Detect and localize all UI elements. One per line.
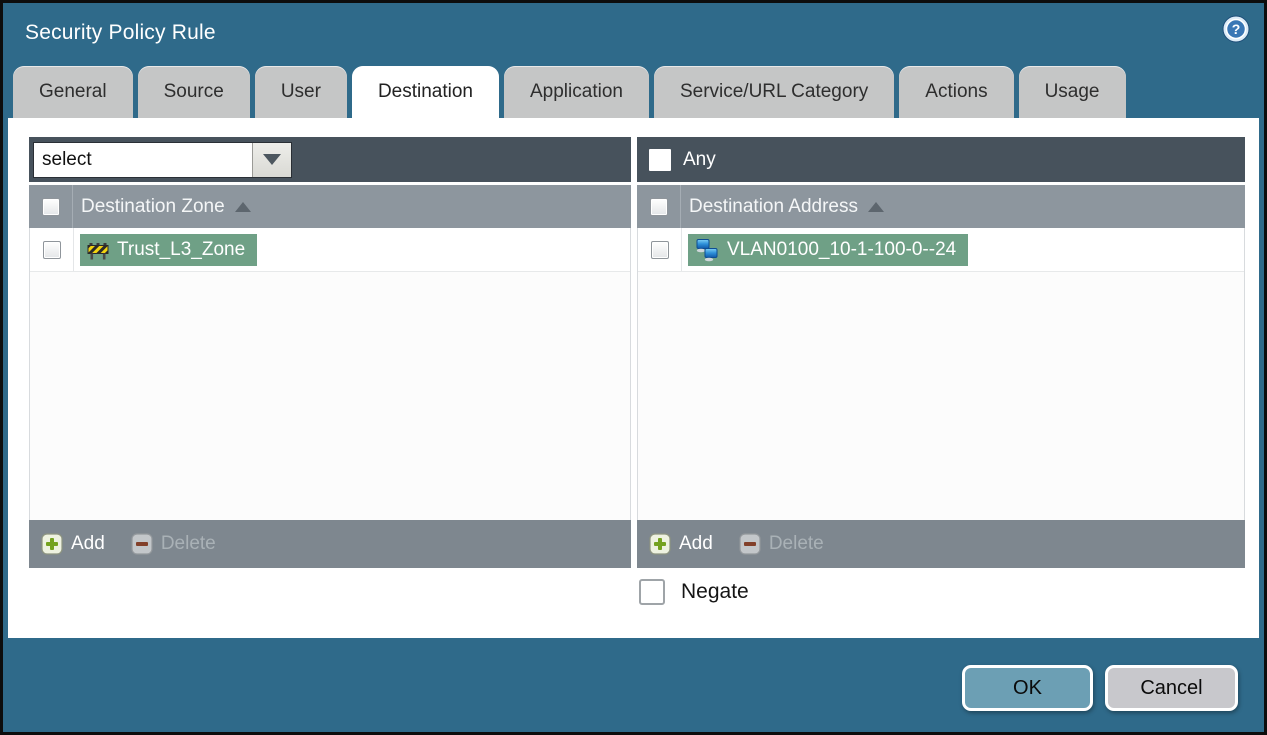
address-delete-button[interactable]: Delete: [739, 533, 824, 555]
zone-add-button[interactable]: Add: [41, 533, 105, 555]
zone-row-checkbox[interactable]: [42, 240, 61, 259]
address-select-all-checkbox[interactable]: [649, 197, 668, 216]
table-row[interactable]: Trust_L3_Zone: [30, 228, 630, 272]
destination-address-panel: Any Destination Address VLAN0100_10-1-10…: [637, 137, 1245, 568]
zone-footer: Add Delete: [29, 520, 631, 568]
any-toolbar: Any: [637, 137, 1245, 182]
tab-bar: General Source User Destination Applicat…: [13, 66, 1126, 121]
address-column-header[interactable]: Destination Address: [689, 196, 858, 218]
address-add-button[interactable]: Add: [649, 533, 713, 555]
zone-select-input[interactable]: [34, 142, 252, 177]
zone-barrier-icon: [87, 242, 109, 259]
tab-general[interactable]: General: [13, 66, 133, 118]
address-table-header: Destination Address: [637, 185, 1245, 228]
address-select-all-cell: [637, 185, 681, 228]
table-row[interactable]: VLAN0100_10-1-100-0--24: [638, 228, 1244, 272]
zone-select-combobox: [33, 141, 292, 178]
zone-delete-button[interactable]: Delete: [131, 533, 216, 555]
address-name: VLAN0100_10-1-100-0--24: [727, 238, 957, 260]
tab-source[interactable]: Source: [137, 66, 250, 118]
tab-usage[interactable]: Usage: [1018, 66, 1126, 118]
sort-ascending-icon[interactable]: [868, 201, 884, 212]
zone-name: Trust_L3_Zone: [117, 238, 246, 260]
destination-zone-panel: Destination Zone: [29, 137, 631, 568]
dialog-title: Security Policy Rule: [25, 21, 216, 44]
tab-service-url-category[interactable]: Service/URL Category: [653, 66, 895, 118]
tab-user[interactable]: User: [254, 66, 347, 118]
zone-select-dropdown-button[interactable]: [252, 142, 291, 177]
negate-checkbox[interactable]: [639, 579, 665, 605]
zone-select-all-cell: [29, 185, 73, 228]
any-checkbox[interactable]: [649, 148, 671, 171]
plus-icon: [649, 533, 671, 555]
address-table-body: VLAN0100_10-1-100-0--24: [637, 228, 1245, 520]
tab-application[interactable]: Application: [504, 66, 649, 118]
ok-button[interactable]: OK: [962, 665, 1093, 711]
negate-row: Negate: [639, 579, 749, 605]
address-footer: Add Delete: [637, 520, 1245, 568]
security-policy-rule-dialog: Security Policy Rule ? General Source Us…: [0, 0, 1267, 735]
minus-icon: [739, 533, 761, 555]
zone-filter-toolbar: [29, 137, 631, 182]
address-row-checkbox[interactable]: [650, 240, 669, 259]
svg-text:?: ?: [1232, 21, 1241, 37]
any-label: Any: [683, 148, 716, 170]
zone-select-all-checkbox[interactable]: [41, 197, 60, 216]
tab-destination[interactable]: Destination: [351, 66, 499, 121]
minus-icon: [131, 533, 153, 555]
destination-tab-content: Destination Zone: [8, 118, 1259, 638]
cancel-button[interactable]: Cancel: [1105, 665, 1238, 711]
negate-label: Negate: [681, 580, 749, 603]
zone-column-header[interactable]: Destination Zone: [81, 196, 225, 218]
network-computers-icon: [696, 238, 718, 261]
zone-chip[interactable]: Trust_L3_Zone: [80, 233, 258, 266]
row-checkbox-cell: [30, 228, 74, 271]
zone-table-body: Trust_L3_Zone: [29, 228, 631, 520]
title-bar: Security Policy Rule ?: [3, 3, 1264, 63]
sort-ascending-icon[interactable]: [234, 201, 251, 212]
row-checkbox-cell: [638, 228, 682, 271]
address-chip[interactable]: VLAN0100_10-1-100-0--24: [688, 233, 969, 266]
zone-table-header: Destination Zone: [29, 185, 631, 228]
help-icon[interactable]: ?: [1222, 15, 1250, 43]
chevron-down-icon: [263, 154, 281, 165]
plus-icon: [41, 533, 63, 555]
tab-actions[interactable]: Actions: [899, 66, 1014, 118]
